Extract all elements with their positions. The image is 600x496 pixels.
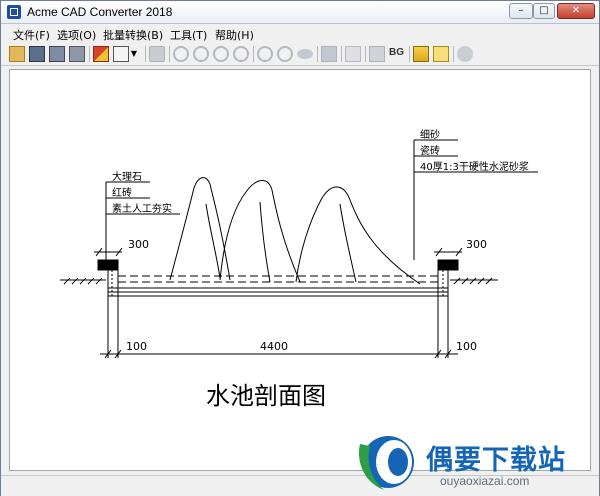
toolbar-separator	[365, 46, 366, 62]
menu-bar: 文件(F) 选项(O) 批量转换(B) 工具(T) 帮助(H)	[1, 24, 599, 43]
zoom-window-icon[interactable]	[213, 46, 229, 62]
toolbar-separator	[317, 46, 318, 62]
save-all-icon[interactable]	[49, 46, 65, 62]
pan-icon[interactable]	[277, 46, 293, 62]
toolbar-separator	[169, 46, 170, 62]
print-batch-icon[interactable]	[69, 46, 85, 62]
dropdown-arrow-icon[interactable]: ▼	[129, 46, 139, 62]
label-tile: 瓷砖	[420, 144, 440, 157]
menu-help[interactable]: 帮助(H)	[215, 27, 254, 43]
dim-left-bottom: 100	[126, 340, 147, 353]
label-fine-sand: 细砂	[420, 128, 440, 141]
minimize-button[interactable]: –	[509, 3, 533, 19]
toolbar-separator	[341, 46, 342, 62]
menu-tools[interactable]: 工具(T)	[170, 27, 207, 43]
warning-icon[interactable]	[413, 46, 429, 62]
app-icon	[7, 5, 21, 19]
menu-options[interactable]: 选项(O)	[57, 27, 96, 43]
toolbar: ▼	[1, 43, 599, 66]
app-window: Acme CAD Converter 2018 – □ ✕ 文件(F) 选项(O…	[0, 0, 600, 496]
label-red-brick: 红砖	[112, 186, 132, 199]
watermark-url: ouyaoxiazai.com	[440, 474, 530, 488]
label-mortar: 40厚1:3干硬性水泥砂浆	[420, 160, 529, 173]
drawing-caption: 水池剖面图	[206, 382, 326, 410]
zoom-out-icon[interactable]	[173, 46, 189, 62]
window-title: Acme CAD Converter 2018	[27, 5, 173, 19]
layer-icon[interactable]	[113, 46, 129, 62]
menu-file[interactable]: 文件(F)	[13, 27, 50, 43]
convert-icon[interactable]	[93, 46, 109, 62]
label-marble: 大理石	[112, 170, 142, 183]
close-button[interactable]: ✕	[557, 3, 595, 19]
frame-icon[interactable]	[369, 46, 385, 62]
open-folder-icon[interactable]	[9, 46, 25, 62]
save-icon[interactable]	[29, 46, 45, 62]
label-rammed-soil: 素土人工夯实	[112, 202, 172, 215]
drawing-canvas[interactable]: 大理石 红砖 素土人工夯实 细砂 瓷砖 40厚1:3干硬性水泥砂浆 300 30…	[9, 69, 591, 471]
print-icon[interactable]	[149, 46, 165, 62]
dim-span: 4400	[260, 340, 288, 353]
dim-right-bottom: 100	[456, 340, 477, 353]
dim-right-top: 300	[466, 238, 487, 251]
menu-batch-convert[interactable]: 批量转换(B)	[103, 27, 163, 43]
zoom-in-icon[interactable]	[193, 46, 209, 62]
toolbar-separator	[145, 46, 146, 62]
zoom-fit-icon[interactable]	[257, 46, 273, 62]
cad-drawing: 大理石 红砖 素土人工夯实 细砂 瓷砖 40厚1:3干硬性水泥砂浆 300 30…	[60, 128, 538, 410]
toolbar-separator	[253, 46, 254, 62]
maximize-button[interactable]: □	[533, 3, 555, 19]
toolbar-separator	[89, 46, 90, 62]
layers-icon[interactable]	[345, 46, 361, 62]
info-icon[interactable]	[457, 46, 473, 62]
watermark-logo-icon	[359, 436, 414, 490]
zoom-previous-icon[interactable]	[233, 46, 249, 62]
title-bar[interactable]: Acme CAD Converter 2018 – □ ✕	[1, 1, 599, 24]
view-icon[interactable]	[297, 49, 313, 59]
toolbar-separator	[453, 46, 454, 62]
home-icon[interactable]	[433, 46, 449, 62]
measure-icon[interactable]	[321, 46, 337, 62]
background-color-button[interactable]: BG	[389, 47, 404, 58]
dim-left-top: 300	[128, 238, 149, 251]
toolbar-separator	[409, 46, 410, 62]
watermark-site-name: 偶要下载站	[426, 445, 566, 476]
